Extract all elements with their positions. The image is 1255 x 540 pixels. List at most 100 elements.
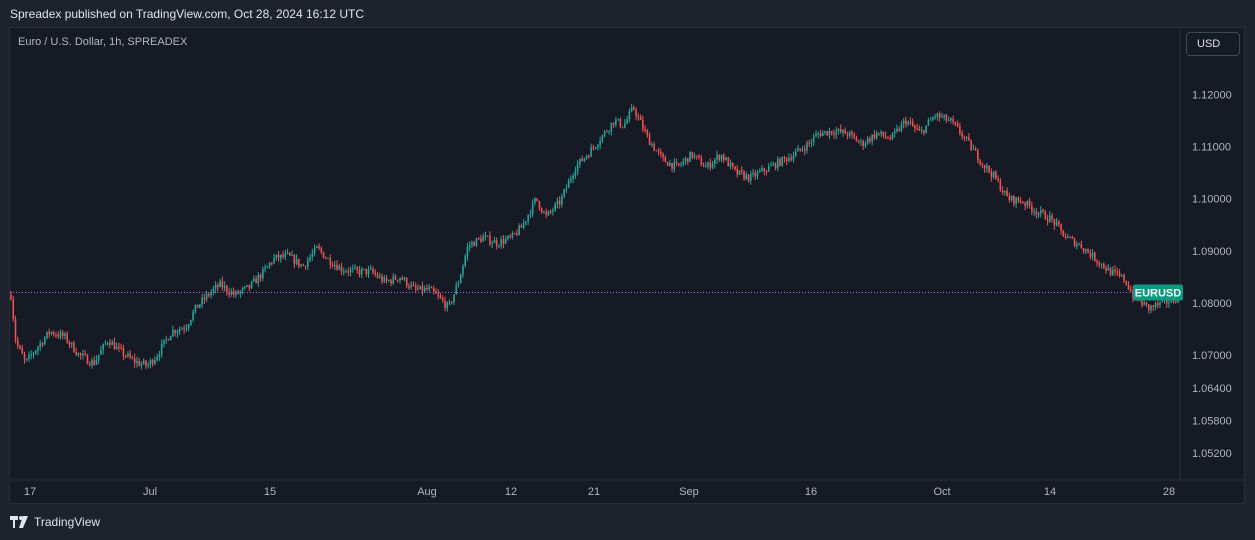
candle-body bbox=[707, 162, 709, 167]
x-tick-label: Aug bbox=[417, 486, 437, 498]
candle-body bbox=[399, 277, 401, 281]
candle-body bbox=[1118, 272, 1121, 276]
candle-body bbox=[149, 360, 152, 365]
candle-body bbox=[678, 163, 680, 165]
candle-body bbox=[1114, 269, 1116, 272]
candle-body bbox=[857, 141, 860, 143]
candle-body bbox=[893, 131, 896, 134]
candle-body bbox=[1127, 284, 1130, 290]
candle-body bbox=[527, 214, 529, 222]
candle-body bbox=[156, 356, 158, 360]
candle-body bbox=[891, 133, 894, 139]
candle-body bbox=[423, 288, 426, 292]
candle-body bbox=[682, 161, 685, 165]
candle-body bbox=[938, 113, 941, 118]
candle-body bbox=[459, 274, 462, 284]
candle-body bbox=[385, 277, 388, 281]
x-tick-label: 28 bbox=[1163, 486, 1175, 498]
candle-body bbox=[1046, 219, 1049, 222]
candle-body bbox=[214, 285, 217, 289]
candle-body bbox=[758, 170, 761, 172]
candle-body bbox=[779, 158, 781, 166]
candle-body bbox=[716, 155, 718, 160]
candle-body bbox=[1042, 210, 1044, 212]
candle-body bbox=[794, 151, 797, 156]
candle-body bbox=[873, 134, 876, 139]
candle-body bbox=[907, 121, 909, 125]
candle-body bbox=[986, 165, 988, 169]
candle-body bbox=[1044, 211, 1047, 220]
tradingview-logo-icon bbox=[10, 516, 28, 528]
candle-body bbox=[1120, 275, 1123, 277]
symbol-price-label: EURUSD bbox=[1135, 287, 1182, 299]
candle-body bbox=[691, 151, 694, 158]
candle-body bbox=[644, 129, 646, 131]
candle-body bbox=[826, 130, 829, 136]
candle-body bbox=[518, 225, 520, 235]
candle-body bbox=[221, 280, 224, 288]
y-tick-label: 1.10000 bbox=[1192, 194, 1232, 206]
candle-body bbox=[226, 285, 228, 292]
candle-body bbox=[941, 116, 943, 118]
candle-body bbox=[73, 342, 75, 353]
candle-body bbox=[387, 280, 390, 282]
candle-body bbox=[531, 202, 534, 214]
candle-body bbox=[612, 122, 615, 125]
candle-body bbox=[203, 297, 206, 300]
candle-body bbox=[745, 174, 748, 179]
candle-body bbox=[284, 253, 287, 257]
candle-body bbox=[439, 295, 442, 298]
x-tick-label: 17 bbox=[24, 486, 36, 498]
candle-body bbox=[950, 118, 952, 120]
candle-body bbox=[1019, 200, 1022, 203]
candle-body bbox=[709, 162, 712, 168]
candle-body bbox=[304, 265, 307, 267]
candle-body bbox=[405, 278, 408, 287]
candle-body bbox=[624, 123, 626, 128]
candle-body bbox=[579, 158, 581, 165]
y-tick-label: 1.08000 bbox=[1192, 298, 1232, 310]
candle-body bbox=[673, 162, 676, 169]
candle-body bbox=[1141, 300, 1143, 306]
candle-body bbox=[718, 155, 721, 160]
candle-body bbox=[192, 311, 194, 321]
candle-body bbox=[464, 256, 467, 266]
candle-body bbox=[142, 360, 145, 364]
candle-body bbox=[1152, 305, 1155, 307]
candle-body bbox=[111, 341, 113, 345]
candle-body bbox=[32, 353, 35, 355]
candle-body bbox=[655, 150, 658, 152]
candle-body bbox=[702, 165, 705, 167]
y-tick-label: 1.12000 bbox=[1192, 90, 1232, 102]
y-tick-label: 1.05800 bbox=[1192, 415, 1232, 427]
x-tick-label: 12 bbox=[505, 486, 517, 498]
candle-body bbox=[432, 287, 435, 292]
candle-body bbox=[817, 133, 820, 135]
candle-body bbox=[590, 147, 592, 157]
candle-body bbox=[848, 132, 851, 136]
candlestick-chart[interactable]: 1.12000 1.11000 1.10000 1.09000 1.08000 1.070… bbox=[0, 0, 1255, 540]
candle-body bbox=[743, 171, 745, 179]
candle-body bbox=[1008, 196, 1011, 201]
candle-body bbox=[918, 129, 921, 131]
candle-body bbox=[1035, 211, 1038, 215]
candle-body bbox=[100, 349, 102, 355]
candle-body bbox=[172, 330, 174, 337]
candle-body bbox=[414, 285, 417, 289]
candle-body bbox=[376, 274, 379, 278]
candle-body bbox=[475, 238, 478, 247]
candle-body bbox=[437, 293, 440, 296]
candle-body bbox=[599, 141, 601, 146]
candle-body bbox=[181, 328, 183, 330]
candle-body bbox=[576, 164, 579, 172]
candle-body bbox=[1060, 224, 1062, 231]
candle-body bbox=[642, 120, 644, 130]
candle-body bbox=[392, 276, 395, 284]
candle-body bbox=[869, 138, 871, 142]
candle-body bbox=[1022, 202, 1024, 204]
candle-body bbox=[734, 166, 736, 169]
candle-body bbox=[120, 347, 122, 349]
candle-body bbox=[1078, 243, 1080, 245]
candle-body bbox=[401, 277, 404, 280]
candle-body bbox=[255, 278, 257, 284]
